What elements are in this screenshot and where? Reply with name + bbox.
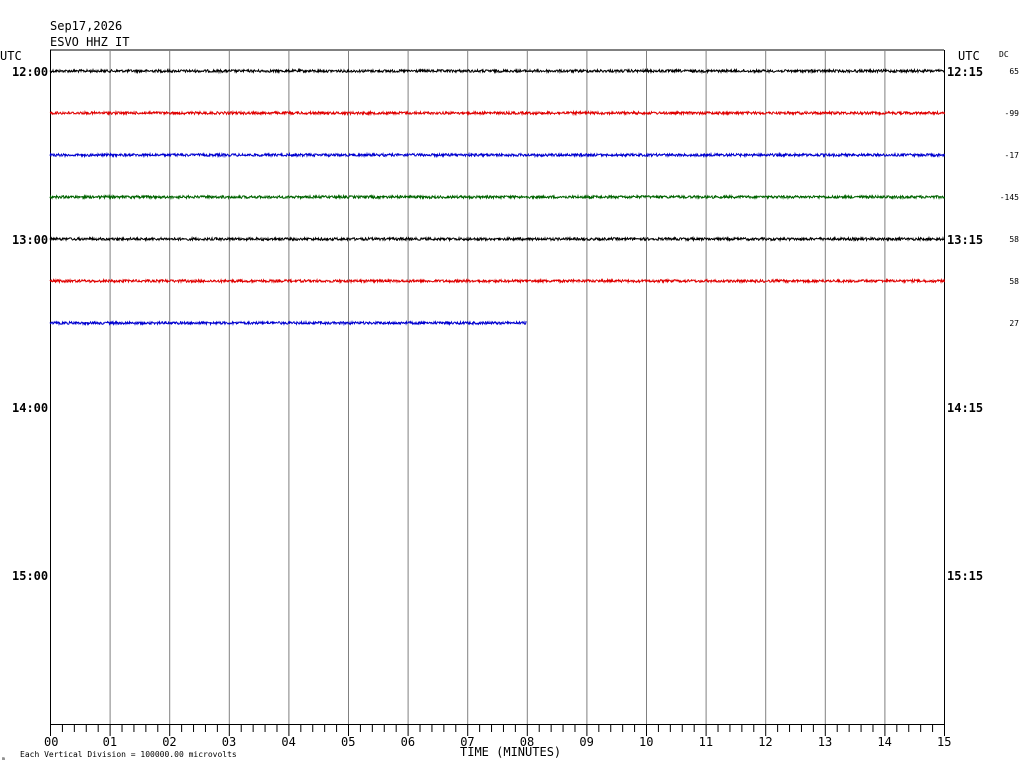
x-axis-ticks (50, 724, 945, 736)
right-time-label: 14:15 (947, 401, 983, 415)
seismic-trace-row-1 (49, 109, 945, 117)
dc-value: 27 (1009, 319, 1019, 328)
corner-mark: ₘ (1, 753, 6, 762)
x-tick-label: 15 (937, 735, 951, 749)
x-tick-label: 01 (103, 735, 117, 749)
dc-value: -145 (1000, 193, 1019, 202)
dc-value: 58 (1009, 235, 1019, 244)
seismic-trace-row-0 (49, 67, 945, 75)
x-tick-label: 00 (44, 735, 58, 749)
dc-label: DC (999, 50, 1009, 59)
dc-value: 58 (1009, 277, 1019, 286)
x-tick-label: 11 (699, 735, 713, 749)
left-time-label: 12:00 (12, 65, 48, 79)
dc-value: 65 (1009, 67, 1019, 76)
left-time-label: 13:00 (12, 233, 48, 247)
seismic-trace-row-3 (49, 193, 945, 201)
scale-note: Each Vertical Division = 100000.00 micro… (20, 750, 237, 759)
right-time-label: 15:15 (947, 569, 983, 583)
dc-value: -99 (1005, 109, 1020, 118)
dc-values: 65 -99 -17 -145 58 58 27 (1000, 67, 1019, 328)
x-tick-label: 13 (818, 735, 832, 749)
seismic-trace-row-2 (49, 151, 945, 159)
x-tick-label: 09 (579, 735, 593, 749)
seismic-trace-row-6 (49, 319, 527, 327)
x-tick-label: 10 (639, 735, 653, 749)
seismic-trace-row-4 (49, 235, 945, 243)
grid-lines (50, 49, 945, 725)
x-tick-label: 12 (758, 735, 772, 749)
x-tick-label: 06 (401, 735, 415, 749)
x-tick-label: 02 (162, 735, 176, 749)
x-tick-label: 04 (281, 735, 295, 749)
right-time-label: 12:15 (947, 65, 983, 79)
utc-right-label: UTC (958, 49, 980, 63)
dc-value: -17 (1005, 151, 1020, 160)
left-time-label: 15:00 (12, 569, 48, 583)
x-tick-label: 03 (222, 735, 236, 749)
station-label: ESVO HHZ IT (50, 35, 129, 49)
seismic-trace-row-5 (49, 277, 945, 285)
x-tick-label: 05 (341, 735, 355, 749)
right-time-label: 13:15 (947, 233, 983, 247)
left-time-label: 14:00 (12, 401, 48, 415)
trace-group (49, 67, 945, 327)
date-label: Sep17,2026 (50, 19, 122, 33)
x-tick-label: 14 (877, 735, 891, 749)
x-axis-title: TIME (MINUTES) (460, 745, 561, 759)
utc-left-label: UTC (0, 49, 22, 63)
helicorder-chart: Sep17,2026 ESVO HHZ IT UTC UTC DC 12:00 1… (0, 19, 1019, 762)
